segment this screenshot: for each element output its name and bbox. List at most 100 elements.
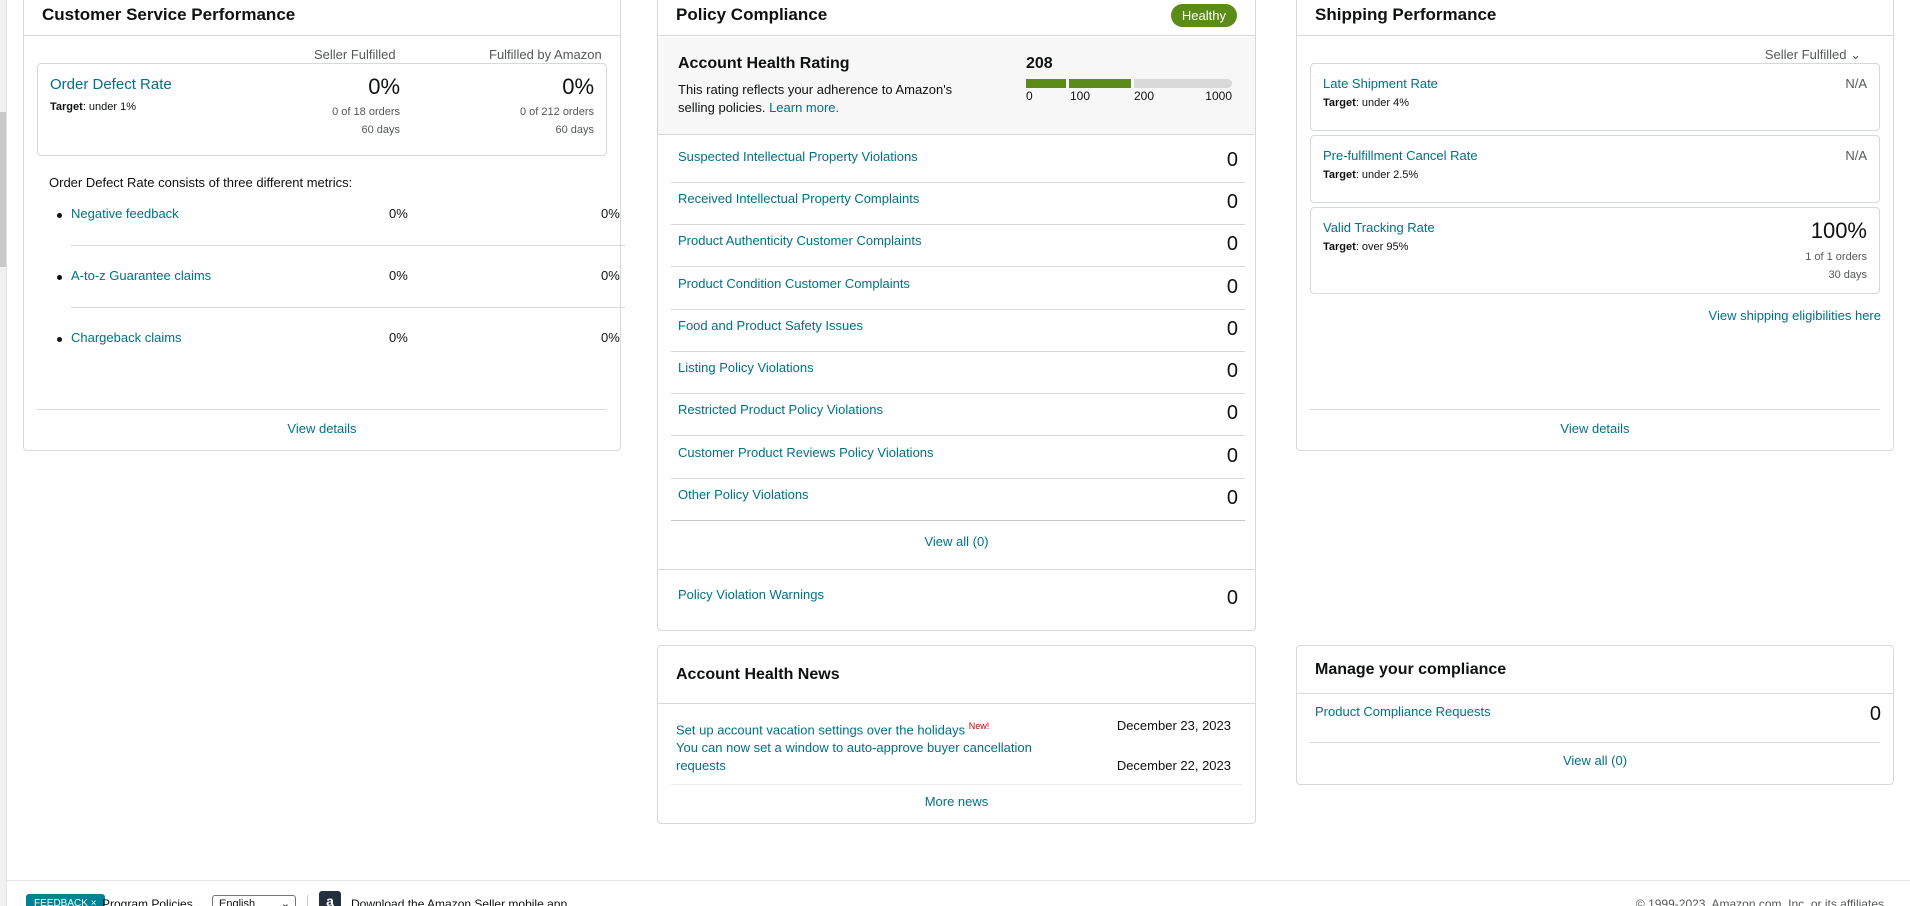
divider	[71, 245, 625, 246]
negative-feedback-link[interactable]: Negative feedback	[71, 206, 179, 221]
healthy-status-badge: Healthy	[1170, 3, 1237, 27]
listing-violations-link[interactable]: Listing Policy Violations	[678, 360, 814, 375]
rating-bar-segment-1	[1026, 79, 1066, 88]
account-health-news-title: Account Health News	[676, 665, 840, 683]
violation-row: Received Intellectual Property Complaint…	[671, 183, 1245, 225]
bullet-icon	[57, 213, 62, 218]
cancel-rate-value: N/A	[1845, 148, 1867, 163]
valid-tracking-value: 100%	[1810, 218, 1867, 243]
late-shipment-target: Target: under 4%	[1323, 97, 1410, 109]
violation-row: Suspected Intellectual Property Violatio…	[671, 141, 1245, 183]
news-item: You can now set a window to auto-approve…	[676, 739, 1036, 775]
policy-view-all-link[interactable]: View all (0)	[658, 534, 1255, 549]
policy-violation-warnings-link[interactable]: Policy Violation Warnings	[678, 587, 824, 602]
violation-count: 0	[1226, 360, 1238, 382]
order-defect-rate-link[interactable]: Order Defect Rate	[50, 76, 172, 93]
atoz-seller-value: 0%	[389, 268, 408, 283]
restricted-product-violations-link[interactable]: Restricted Product Policy Violations	[678, 402, 883, 417]
compliance-requests-count: 0	[1869, 703, 1881, 725]
negative-feedback-seller-value: 0%	[389, 206, 408, 221]
policy-compliance-title: Policy Compliance	[676, 5, 828, 24]
card-header: Manage your compliance	[1297, 646, 1893, 694]
feedback-button[interactable]: FEEDBACK ×	[26, 894, 105, 906]
rating-bar-ticks: 0 100 200 1000	[1026, 89, 1232, 105]
amazon-app-icon[interactable]: a	[319, 891, 341, 906]
reviews-violations-link[interactable]: Customer Product Reviews Policy Violatio…	[678, 445, 934, 460]
news-item-link[interactable]: Set up account vacation settings over th…	[676, 722, 965, 737]
violation-count: 0	[1226, 276, 1238, 298]
chargeback-seller-value: 0%	[389, 330, 408, 345]
late-shipment-rate-link[interactable]: Late Shipment Rate	[1323, 76, 1438, 91]
valid-tracking-orders: 1 of 1 orders	[1805, 251, 1867, 263]
violation-count: 0	[1226, 233, 1238, 255]
odr-fba-period: 60 days	[555, 124, 594, 136]
rating-bar-segment-3	[1134, 79, 1232, 88]
policy-compliance-card: Policy Compliance Healthy Account Health…	[657, 0, 1256, 631]
product-compliance-requests-link[interactable]: Product Compliance Requests	[1315, 704, 1491, 719]
violation-row: Other Policy Violations 0	[671, 479, 1245, 521]
odr-fba-value: 0%	[562, 74, 594, 99]
news-item: Set up account vacation settings over th…	[676, 717, 989, 739]
account-health-rating-bar	[1026, 79, 1232, 88]
card-header: Account Health News	[658, 646, 1255, 704]
program-policies-link[interactable]: Program Policies	[102, 897, 193, 906]
atoz-guarantee-claims-link[interactable]: A-to-z Guarantee claims	[71, 268, 211, 283]
violation-row: Food and Product Safety Issues 0	[671, 310, 1245, 352]
customer-service-view-details-link[interactable]: View details	[24, 421, 620, 436]
odr-target: Target: under 1%	[50, 101, 137, 113]
divider	[37, 409, 607, 410]
close-icon[interactable]: ×	[91, 898, 97, 906]
account-health-rating-score: 208	[1026, 55, 1053, 72]
condition-complaints-link[interactable]: Product Condition Customer Complaints	[678, 276, 910, 291]
news-item-date: December 23, 2023	[1116, 718, 1231, 733]
violation-row: Product Condition Customer Complaints 0	[671, 268, 1245, 310]
manage-view-all-link[interactable]: View all (0)	[1297, 753, 1893, 768]
metric-row-atoz-claims: A-to-z Guarantee claims 0% 0%	[49, 268, 620, 298]
warnings-count: 0	[1226, 587, 1238, 609]
authenticity-complaints-link[interactable]: Product Authenticity Customer Complaints	[678, 233, 922, 248]
shipping-view-details-link[interactable]: View details	[1297, 421, 1893, 436]
account-health-news-card: Account Health News Set up account vacat…	[657, 645, 1256, 824]
other-violations-link[interactable]: Other Policy Violations	[678, 487, 809, 502]
rating-bar-segment-2	[1069, 79, 1131, 88]
cancel-rate-box: Pre-fulfillment Cancel Rate Target: unde…	[1310, 135, 1880, 203]
manage-compliance-card: Manage your compliance Product Complianc…	[1296, 645, 1894, 785]
language-select[interactable]: English ⌄	[212, 895, 296, 906]
ip-complaints-link[interactable]: Received Intellectual Property Complaint…	[678, 191, 919, 206]
food-safety-issues-link[interactable]: Food and Product Safety Issues	[678, 318, 863, 333]
shipping-performance-card: Shipping Performance Seller Fulfilled ⌄ …	[1296, 0, 1894, 451]
more-news-link[interactable]: More news	[658, 794, 1255, 809]
download-app-link[interactable]: Download the Amazon Seller mobile app	[351, 897, 567, 906]
left-scrollbar-track[interactable]	[0, 0, 7, 906]
odr-seller-orders: 0 of 18 orders	[332, 106, 400, 118]
bullet-icon	[57, 337, 62, 342]
seller-fulfilled-column-header: Seller Fulfilled	[314, 47, 396, 62]
order-defect-rate-box: Order Defect Rate Target: under 1% 0% 0 …	[37, 63, 607, 156]
divider	[658, 569, 1255, 570]
fba-column-header: Fulfilled by Amazon	[489, 47, 602, 62]
account-health-rating-title: Account Health Rating	[678, 55, 850, 72]
news-item-link[interactable]: You can now set a window to auto-approve…	[676, 740, 1032, 773]
learn-more-link[interactable]: Learn more.	[769, 100, 839, 115]
odr-seller-period: 60 days	[361, 124, 400, 136]
chargeback-claims-link[interactable]: Chargeback claims	[71, 330, 182, 345]
violation-row: Product Authenticity Customer Complaints…	[671, 225, 1245, 267]
valid-tracking-rate-link[interactable]: Valid Tracking Rate	[1323, 220, 1435, 235]
fulfillment-select[interactable]: Seller Fulfilled ⌄	[1765, 47, 1861, 63]
late-shipment-box: Late Shipment Rate Target: under 4% N/A	[1310, 63, 1880, 131]
account-health-rating-description: This rating reflects your adherence to A…	[678, 82, 953, 115]
divider	[1310, 742, 1880, 743]
ip-violations-link[interactable]: Suspected Intellectual Property Violatio…	[678, 149, 918, 164]
tick-label: 200	[1134, 89, 1155, 103]
bullet-icon	[57, 275, 62, 280]
account-health-rating-panel: Account Health Rating This rating reflec…	[658, 37, 1255, 135]
left-scrollbar-thumb[interactable]	[0, 112, 6, 267]
pre-fulfillment-cancel-rate-link[interactable]: Pre-fulfillment Cancel Rate	[1323, 148, 1478, 163]
divider	[671, 784, 1243, 785]
card-header: Policy Compliance Healthy	[658, 0, 1255, 36]
violation-count: 0	[1226, 445, 1238, 467]
warnings-row: Policy Violation Warnings 0	[671, 579, 1245, 621]
atoz-fba-value: 0%	[601, 268, 620, 283]
chevron-down-icon: ⌄	[280, 898, 290, 906]
shipping-eligibilities-link[interactable]: View shipping eligibilities here	[1709, 308, 1881, 323]
